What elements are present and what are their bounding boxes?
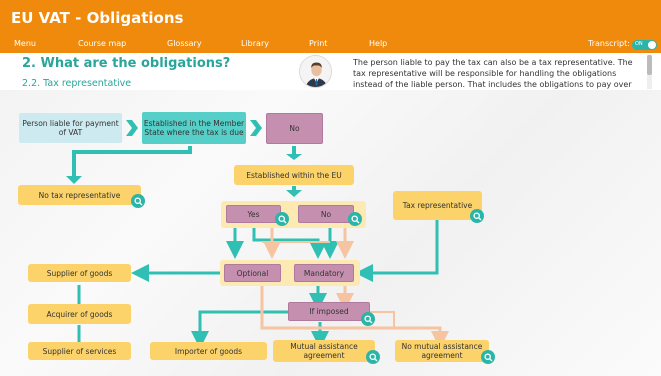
importer-of-goods-box: Importer of goods <box>150 342 267 360</box>
supplier-of-services-box: Supplier of services <box>28 342 131 360</box>
optional-box: Optional <box>224 264 281 282</box>
app-title: EU VAT - Obligations <box>11 9 184 27</box>
acquirer-of-goods-box: Acquirer of goods <box>28 304 131 324</box>
toggle-text: ON <box>635 41 643 47</box>
menu-item-help[interactable]: Help <box>369 39 387 48</box>
no-top-box: No <box>266 113 323 144</box>
avatar <box>299 55 332 88</box>
search-icon <box>472 211 481 220</box>
supplier-of-goods-box: Supplier of goods <box>28 264 131 282</box>
menu-item-glossary[interactable]: Glossary <box>167 39 202 48</box>
transcript-toggle[interactable]: ON <box>632 40 657 50</box>
search-icon <box>133 196 142 205</box>
mutual-assistance-box: Mutual assistance agreement <box>273 340 375 362</box>
search-icon <box>363 314 372 323</box>
zoom-yes-button[interactable] <box>275 212 289 226</box>
title-bar: EU VAT - Obligations <box>0 0 661 38</box>
yes-box: Yes <box>226 205 281 223</box>
menu-item-menu[interactable]: Menu <box>14 39 36 48</box>
page-subtitle: 2.2. Tax representative <box>22 78 132 89</box>
transcript-scrollbar[interactable] <box>647 55 652 89</box>
diagram-area: Person liable for payment of VAT Establi… <box>0 90 661 376</box>
zoom-tax-rep-button[interactable] <box>470 209 484 223</box>
menu-item-course-map[interactable]: Course map <box>78 39 126 48</box>
menu-bar: Menu Course map Glossary Library Print H… <box>0 38 661 53</box>
menu-item-library[interactable]: Library <box>241 39 269 48</box>
scrollbar-thumb[interactable] <box>647 55 652 75</box>
menu-item-print[interactable]: Print <box>309 39 327 48</box>
no-tax-representative-box: No tax representative <box>18 185 141 205</box>
if-imposed-box: If imposed <box>288 302 370 321</box>
toggle-knob <box>648 41 656 49</box>
tax-representative-box: Tax representative <box>393 191 482 220</box>
mandatory-box: Mandatory <box>294 264 354 282</box>
presenter-avatar-icon <box>300 56 331 87</box>
page-title: 2. What are the obligations? <box>22 56 231 71</box>
transcript-text: The person liable to pay the tax can als… <box>353 58 633 89</box>
search-icon <box>483 352 492 361</box>
no-box: No <box>298 205 354 223</box>
established-eu-box: Established within the EU <box>234 165 354 185</box>
search-icon <box>277 214 286 223</box>
zoom-mutual-button[interactable] <box>366 350 380 364</box>
zoom-no-tax-rep-button[interactable] <box>131 194 145 208</box>
zoom-if-imposed-button[interactable] <box>361 312 375 326</box>
zoom-no-mutual-button[interactable] <box>481 350 495 364</box>
search-icon <box>368 352 377 361</box>
established-member-state-box: Established in the Member State where th… <box>142 112 246 144</box>
search-icon <box>350 214 359 223</box>
transcript-label: Transcript: <box>588 39 630 48</box>
zoom-no-button[interactable] <box>348 212 362 226</box>
no-mutual-assistance-box: No mutual assistance agreement <box>395 340 489 362</box>
person-liable-box: Person liable for payment of VAT <box>19 113 122 143</box>
